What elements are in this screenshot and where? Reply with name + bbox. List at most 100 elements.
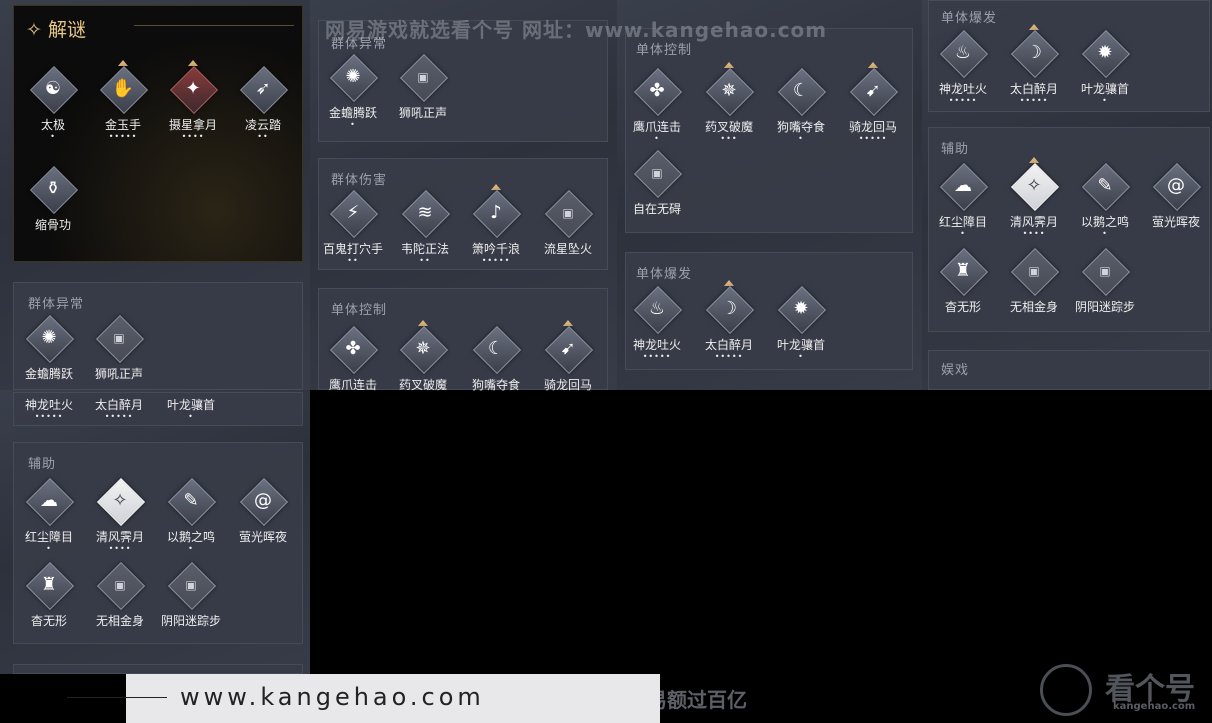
- dust-icon: ☁: [40, 490, 58, 511]
- demon-icon: ✵: [415, 338, 431, 359]
- swirl-icon: @: [1167, 175, 1185, 196]
- star-grab-icon: ✦: [185, 78, 201, 99]
- skill-name: 太白醉月: [704, 338, 753, 352]
- skill-tile[interactable]: ✎ 以鹅之鸣 •: [156, 477, 226, 553]
- skill-tile[interactable]: ✤ 鹰爪连击 •: [622, 67, 692, 143]
- skill-level-dots: ••••: [108, 544, 132, 553]
- skill-tile[interactable]: ➹ 骑龙回马 •••••: [838, 62, 908, 143]
- skill-name: 杳无形: [944, 300, 981, 314]
- taiji-icon: ☯: [44, 78, 62, 99]
- shadow-icon: ♜: [954, 260, 972, 281]
- skill-name: 清风霁月: [1009, 215, 1058, 229]
- skill-tile[interactable]: ✹ 叶龙骧首 •: [1070, 29, 1140, 105]
- skill-name: 红尘障目: [24, 530, 73, 544]
- skill-name: 骑龙回马: [848, 120, 897, 134]
- dragon-icon: ♨: [954, 42, 972, 63]
- skill-tile[interactable]: 太白醉月 •••••: [84, 392, 154, 421]
- skill-tile[interactable]: ≋ 韦陀正法 ••: [390, 189, 460, 265]
- skill-tile[interactable]: ☽ 太白醉月 •••••: [999, 24, 1069, 105]
- panel-title: 娱戏: [941, 363, 970, 378]
- skill-tile[interactable]: ✵ 药叉破魔 •••: [694, 62, 764, 143]
- top-watermark: 网易游戏就选看个号 网址：www.kangehao.com: [325, 18, 828, 42]
- skill-tile[interactable]: ✎ 以鹅之鸣 •: [1070, 162, 1140, 238]
- skill-tile[interactable]: ✋ 金玉手 •••••: [88, 60, 158, 141]
- panel-title: 单体爆发: [636, 267, 693, 282]
- skill-name: 无相金身: [95, 614, 144, 628]
- skill-tile[interactable]: @ 萤光晖夜: [228, 477, 298, 545]
- skill-name: 鹰爪连击: [632, 120, 681, 134]
- skill-tile[interactable]: ▣ 狮吼正声: [388, 53, 458, 121]
- spin-icon: ✹: [793, 298, 809, 319]
- skill-name: 鹰爪连击: [328, 378, 377, 392]
- panel-title: 单体控制: [331, 303, 388, 318]
- skill-tile[interactable]: ➶ 凌云踏 ••: [228, 65, 298, 141]
- next-panel-edge: [13, 664, 303, 674]
- skill-tile[interactable]: ⚡ 百鬼打穴手 ••: [318, 189, 388, 265]
- skill-tile[interactable]: 叶龙骧首 •: [156, 392, 226, 421]
- flute-icon: ♪: [490, 202, 502, 223]
- title-divider: [134, 25, 294, 26]
- horse-icon: ➹: [560, 338, 576, 359]
- skill-level-dots: •: [1102, 96, 1108, 105]
- skill-name: 凌云踏: [244, 118, 281, 132]
- puzzle-title: ✧ 解谜: [26, 19, 86, 41]
- skill-level-dots: ••: [257, 132, 269, 141]
- skill-name: 太白醉月: [1009, 82, 1058, 96]
- skill-tile[interactable]: ✤ 鹰爪连击: [318, 325, 388, 393]
- skill-name: 叶龙骧首: [1080, 82, 1129, 96]
- skill-level-dots: •••••: [481, 256, 511, 265]
- banner-line: [67, 697, 167, 698]
- skill-tile[interactable]: ▣ 流星坠火: [533, 189, 603, 257]
- lock-icon: ▣: [1028, 264, 1040, 278]
- skill-tile[interactable]: ➹ 骑龙回马: [533, 320, 603, 393]
- skill-tile[interactable]: ☁ 红尘障目 •: [928, 162, 998, 238]
- skill-level-dots: •••••: [642, 352, 672, 361]
- skill-tile[interactable]: ✦ 摄星拿月 ••••: [158, 60, 228, 141]
- lock-icon: ▣: [417, 70, 429, 84]
- skill-tile[interactable]: ✧ 清风霁月 ••••: [85, 477, 155, 553]
- skill-tile[interactable]: ☽ 太白醉月 •••••: [694, 280, 764, 361]
- claw-icon: ✤: [649, 80, 665, 101]
- skill-tile[interactable]: ▣ 自在无碍: [622, 149, 692, 217]
- skill-name: 箫吟千浪: [471, 242, 520, 256]
- skill-name: 金蟾腾跃: [24, 367, 73, 381]
- lock-icon: ▣: [562, 206, 574, 220]
- skill-tile[interactable]: ✵ 药叉破魔: [388, 320, 458, 393]
- eye-logo-icon: [1040, 664, 1092, 716]
- skill-tile[interactable]: 神龙吐火 •••••: [14, 392, 84, 421]
- wave-icon: ≋: [417, 202, 433, 223]
- skill-tile[interactable]: ☾ 狗嘴夺食: [461, 325, 531, 393]
- skill-tile[interactable]: ♨ 神龙吐火 •••••: [622, 285, 692, 361]
- goose-icon: ✎: [1097, 175, 1113, 196]
- bottom-url: www.kangehao.com: [180, 683, 485, 711]
- skill-name: 狮吼正声: [398, 106, 447, 120]
- skill-tile[interactable]: ♨ 神龙吐火 •••••: [928, 29, 998, 105]
- skill-tile[interactable]: ▣ 无相金身: [999, 247, 1069, 315]
- skill-tile[interactable]: ✺ 金蟾腾跃: [14, 314, 84, 382]
- skill-tile[interactable]: ♜ 杳无形: [928, 247, 998, 315]
- skill-tile[interactable]: ▣ 阴阳迷踪步: [156, 561, 226, 629]
- skill-tile[interactable]: ☁ 红尘障目 •: [14, 477, 84, 553]
- skill-tile[interactable]: ✧ 清风霁月 ••••: [999, 157, 1069, 238]
- skill-tile[interactable]: ✺ 金蟾腾跃 •: [318, 53, 388, 129]
- skill-level-dots: •: [798, 352, 804, 361]
- panel-title: 辅助: [28, 457, 57, 472]
- skill-tile[interactable]: ☾ 狗嘴夺食 •: [766, 67, 836, 143]
- skill-tile[interactable]: ✹ 叶龙骧首 •: [766, 285, 836, 361]
- skill-level-dots: •••••: [108, 132, 138, 141]
- skill-tile[interactable]: ⚱ 缩骨功: [18, 165, 88, 233]
- skill-name: 神龙吐火: [24, 398, 73, 412]
- skill-name: 太白醉月: [94, 398, 143, 412]
- skill-tile[interactable]: ♪ 箫吟千浪 •••••: [461, 184, 531, 265]
- skill-tile[interactable]: @ 萤光晖夜: [1141, 162, 1211, 230]
- hand-icon: ✋: [111, 78, 135, 99]
- skill-name: 以鹅之鸣: [166, 530, 215, 544]
- skill-tile[interactable]: ♜ 杳无形: [14, 561, 84, 629]
- skill-tile[interactable]: ▣ 无相金身: [85, 561, 155, 629]
- skill-tile[interactable]: ▣ 阴阳迷踪步: [1070, 247, 1140, 315]
- skill-tile[interactable]: ▣ 狮吼正声: [84, 314, 154, 382]
- screenshot-collage: ✧ 解谜 群体异常 群体异常 群体伤害 单体控制 单体控制 单体爆发 单体爆发 …: [0, 0, 1212, 723]
- play-panel: 娱戏: [928, 350, 1210, 390]
- skill-tile[interactable]: ☯ 太极 •: [18, 65, 88, 141]
- skill-name: 红尘障目: [938, 215, 987, 229]
